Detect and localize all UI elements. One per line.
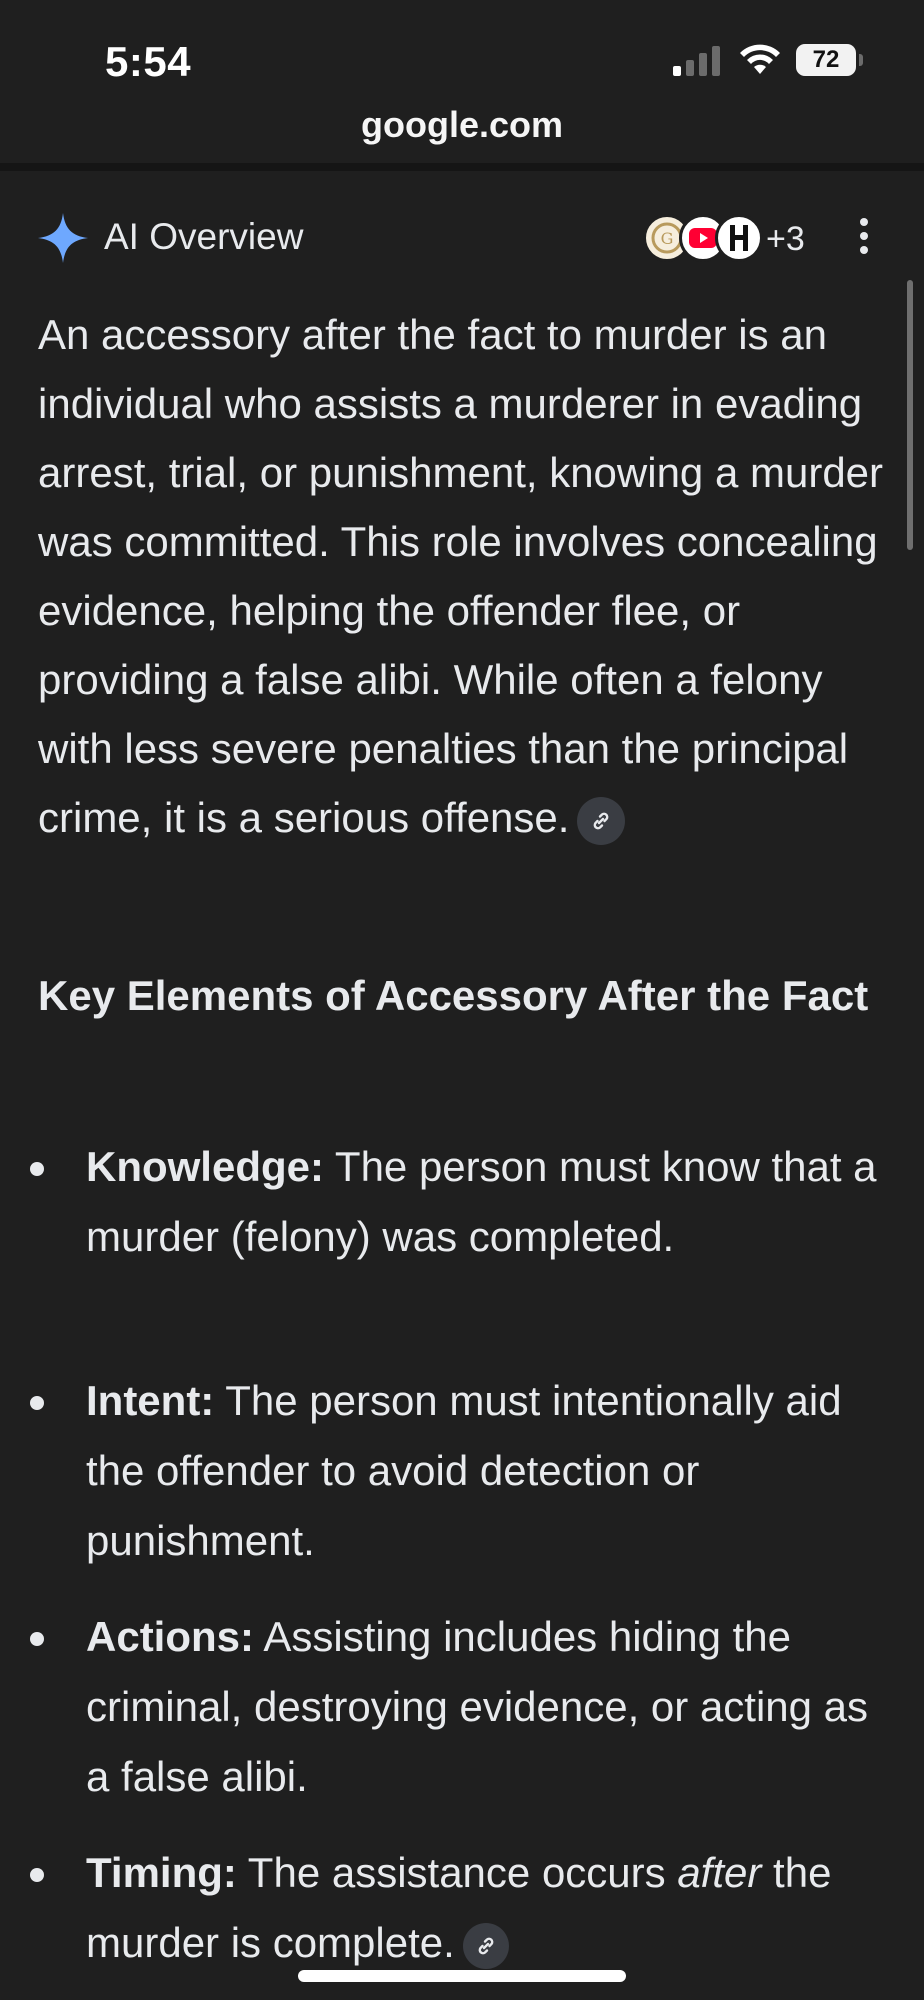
cellular-signal-icon [673,46,720,76]
overview-paragraph: An accessory after the fact to murder is… [38,300,888,852]
bullet-term: Timing: [86,1849,237,1896]
home-indicator[interactable] [298,1970,626,1982]
bullet-term: Intent: [86,1377,215,1424]
more-sources-count[interactable]: +3 [766,220,805,259]
bullet-dot [30,1868,44,1882]
bullet-term: Actions: [86,1613,254,1660]
sparkle-icon [38,213,88,263]
bullet-dot [30,1632,44,1646]
ai-overview-panel: AI Overview G +3 An accessory after the … [0,172,924,2000]
bullet-term: Knowledge: [86,1143,324,1190]
ai-overview-header: AI Overview G +3 [0,208,924,268]
ai-overview-title: AI Overview [104,216,304,257]
overview-text: An accessory after the fact to murder is… [38,311,884,841]
battery-level: 72 [796,44,856,76]
bullet-text: The assistance occurs [236,1849,678,1896]
wifi-icon [740,44,780,74]
source-avatars[interactable]: G [643,214,763,264]
bullet-dot [30,1396,44,1410]
link-icon[interactable] [462,1922,509,1969]
divider [0,163,924,171]
svg-text:G: G [661,229,674,248]
battery-icon: 72 [796,44,863,76]
link-icon[interactable] [577,796,626,845]
section-heading: Key Elements of Accessory After the Fact [38,972,869,1019]
scrollbar[interactable] [907,280,913,550]
source-h-logo-icon[interactable] [715,214,763,262]
clock-time: 5:54 [105,38,192,85]
status-bar: 5:54 72 [0,0,924,100]
bullet-emphasis: after [677,1849,762,1896]
more-options-icon[interactable] [858,218,870,258]
address-bar[interactable]: google.com [0,100,924,166]
bullet-dot [30,1162,44,1176]
